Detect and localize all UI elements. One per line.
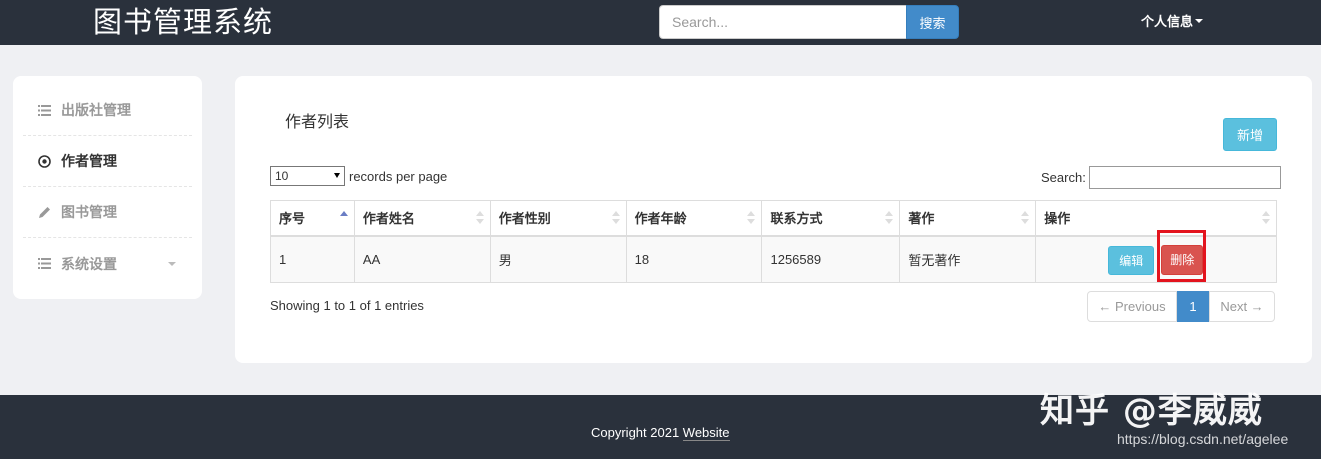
column-header-age[interactable]: 作者年龄 bbox=[625, 200, 763, 237]
page-title: 作者列表 bbox=[285, 112, 350, 131]
user-menu-dropdown[interactable]: 个人信息 bbox=[1141, 11, 1204, 30]
page-length-select[interactable]: 10 bbox=[270, 166, 345, 186]
dropdown-arrow-icon bbox=[334, 173, 340, 178]
watermark: 知乎 @李威威 bbox=[1040, 391, 1263, 431]
sidebar: 出版社管理 作者管理 图书管理 系统设置 bbox=[13, 76, 202, 299]
author-list-panel: 作者列表 新增 10 records per page Search: 序号 作… bbox=[235, 76, 1312, 363]
chevron-down-icon bbox=[168, 262, 176, 266]
column-header-works[interactable]: 著作 bbox=[899, 200, 1037, 237]
previous-page-button[interactable]: ← Previous bbox=[1087, 291, 1177, 322]
page-length-label: records per page bbox=[349, 168, 448, 184]
next-page-button[interactable]: Next → bbox=[1209, 291, 1275, 322]
edit-button[interactable]: 编辑 bbox=[1108, 245, 1155, 275]
copyright: Copyright 2021 Website bbox=[591, 425, 730, 441]
page-1-button[interactable]: 1 bbox=[1177, 291, 1209, 322]
sidebar-item-label: 系统设置 bbox=[61, 256, 117, 273]
cell-contact: 1256589 bbox=[761, 235, 901, 283]
table-search-input[interactable] bbox=[1088, 166, 1281, 189]
column-header-gender[interactable]: 作者性别 bbox=[489, 200, 627, 237]
delete-button[interactable]: 删除 bbox=[1161, 244, 1204, 275]
delete-highlight-box: 删除 bbox=[1157, 229, 1207, 282]
sort-asc-icon bbox=[339, 211, 348, 225]
watermark-url: https://blog.csdn.net/agelee bbox=[1117, 431, 1289, 447]
brand-title[interactable]: 图书管理系统 bbox=[93, 3, 273, 41]
sort-icon bbox=[885, 211, 894, 225]
sort-icon bbox=[1021, 211, 1030, 225]
sidebar-item-label: 图书管理 bbox=[61, 205, 117, 221]
sidebar-item-authors[interactable]: 作者管理 bbox=[23, 136, 192, 187]
table-search: Search: bbox=[1041, 166, 1281, 189]
sort-icon bbox=[611, 211, 620, 225]
sidebar-item-label: 作者管理 bbox=[61, 154, 117, 170]
table-header-row: 序号 作者姓名 作者性别 作者年龄 联系方式 著作 操作 bbox=[270, 200, 1277, 237]
sort-icon bbox=[1262, 211, 1270, 225]
pagination: ← Previous 1 Next → bbox=[1087, 291, 1275, 322]
column-header-contact[interactable]: 联系方式 bbox=[761, 200, 901, 237]
cell-name: AA bbox=[353, 235, 491, 283]
cell-id: 1 bbox=[270, 235, 355, 283]
cell-actions: 编辑 删除 bbox=[1035, 229, 1277, 283]
navbar-search: 搜索 bbox=[659, 5, 959, 39]
column-header-id[interactable]: 序号 bbox=[270, 200, 355, 237]
column-header-actions[interactable]: 操作 bbox=[1035, 200, 1277, 237]
page-length-control: 10 records per page bbox=[270, 166, 447, 186]
circle-dot-icon bbox=[38, 154, 51, 168]
pencil-icon bbox=[38, 206, 51, 219]
table-row: 1 AA 男 18 1256589 暂无著作 编辑 删除 bbox=[270, 229, 1277, 283]
search-input[interactable] bbox=[659, 5, 906, 39]
page-length-value: 10 bbox=[275, 169, 289, 183]
table-search-label: Search: bbox=[1041, 170, 1086, 185]
column-header-name[interactable]: 作者姓名 bbox=[353, 200, 491, 237]
user-menu-label: 个人信息 bbox=[1141, 15, 1194, 30]
authors-table: 序号 作者姓名 作者性别 作者年龄 联系方式 著作 操作 1 AA 男 18 1… bbox=[270, 200, 1277, 283]
website-link[interactable]: Website bbox=[682, 425, 730, 441]
cell-works: 暂无著作 bbox=[899, 235, 1037, 283]
sidebar-item-settings[interactable]: 系统设置 bbox=[23, 238, 192, 289]
table-info: Showing 1 to 1 of 1 entries bbox=[270, 298, 424, 313]
search-button[interactable]: 搜索 bbox=[906, 5, 959, 39]
sort-icon bbox=[747, 211, 756, 225]
cell-gender: 男 bbox=[489, 235, 627, 283]
sort-icon bbox=[475, 211, 484, 225]
cell-age: 18 bbox=[625, 235, 763, 283]
list-icon bbox=[38, 257, 51, 270]
caret-down-icon bbox=[1195, 18, 1204, 23]
copyright-text: Copyright 2021 bbox=[591, 425, 680, 440]
top-navbar: 图书管理系统 搜索 个人信息 bbox=[0, 0, 1321, 45]
sidebar-item-publishers[interactable]: 出版社管理 bbox=[23, 85, 192, 136]
sidebar-item-books[interactable]: 图书管理 bbox=[23, 187, 192, 238]
add-author-button[interactable]: 新增 bbox=[1223, 118, 1277, 151]
list-icon bbox=[38, 104, 51, 117]
sidebar-item-label: 出版社管理 bbox=[61, 103, 131, 119]
footer: Copyright 2021 Website 知乎 @李威威 https://b… bbox=[0, 391, 1321, 459]
